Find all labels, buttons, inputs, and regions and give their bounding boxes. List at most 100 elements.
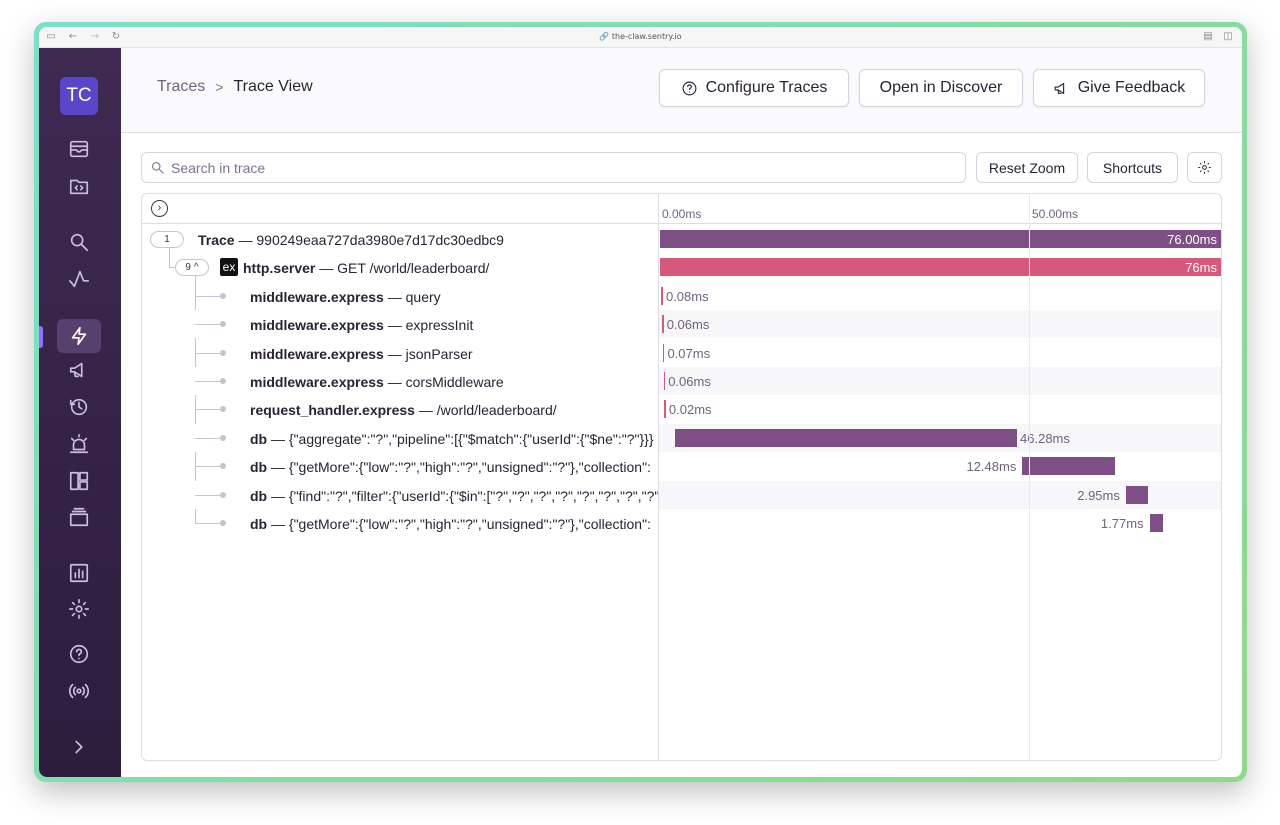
http-server-bar[interactable]: 76ms: [660, 258, 1221, 277]
server-collapse-pill[interactable]: 9 ^: [175, 259, 209, 277]
trace-settings-button[interactable]: [1187, 152, 1222, 183]
tree-connector: [195, 523, 221, 524]
span-bar[interactable]: [1149, 514, 1163, 532]
trace-root-row[interactable]: 1 Trace — 990249eaa727da3980e7d17dc30edbc…: [142, 225, 1221, 253]
page-title: Trace View: [233, 78, 313, 95]
span-desc: /world/leaderboard/: [436, 402, 557, 419]
settings-icon[interactable]: [65, 595, 93, 623]
browser-window: ▭ ← → ↻ 🔗 the-claw.sentry.io ▤ ◫ TC Trac…: [39, 27, 1242, 777]
search-input[interactable]: [141, 152, 966, 183]
span-bar[interactable]: [664, 400, 666, 419]
give-feedback-button[interactable]: Give Feedback: [1033, 69, 1205, 107]
stats-icon[interactable]: [65, 559, 93, 587]
trace-root-op: Trace: [198, 232, 235, 248]
issues-icon[interactable]: [65, 135, 93, 163]
sidebar: TC: [39, 48, 121, 777]
waterfall-header: › 0.00ms 50.00ms: [142, 194, 1221, 224]
span-node-dot: [220, 406, 226, 413]
browser-toolbar: ▭ ← → ↻ 🔗 the-claw.sentry.io ▤ ◫: [39, 27, 1242, 48]
column-divider[interactable]: [658, 194, 659, 760]
span-duration: 0.06ms: [668, 374, 711, 389]
performance-icon[interactable]: [65, 265, 93, 293]
span-node-dot: [220, 520, 226, 526]
trace-id: 990249eaa727da3980e7d17dc30edbc9: [256, 232, 504, 248]
span-bar[interactable]: [662, 343, 665, 362]
span-row[interactable]: db — {"getMore":{"low":"?","high":"?","u…: [142, 452, 1221, 480]
span-bar[interactable]: [1125, 485, 1148, 504]
history-icon[interactable]: [65, 393, 93, 421]
span-label: request_handler.express — /world/leaderb…: [250, 402, 658, 418]
releases-icon[interactable]: [65, 356, 93, 384]
give-feedback-label: Give Feedback: [1077, 79, 1186, 96]
span-bar[interactable]: [663, 372, 666, 390]
window-frame: ▭ ← → ↻ 🔗 the-claw.sentry.io ▤ ◫ TC Trac…: [34, 22, 1247, 782]
span-bar[interactable]: [661, 286, 663, 305]
span-row[interactable]: db — {"find":"?","filter":{"userId":{"$i…: [142, 480, 1221, 509]
org-avatar[interactable]: TC: [60, 77, 98, 115]
timeline-tick-0: 0.00ms: [662, 207, 702, 221]
span-node-dot: [220, 349, 226, 356]
span-duration: 0.08ms: [665, 288, 709, 304]
span-bar[interactable]: [1022, 457, 1115, 476]
root-count-pill[interactable]: 1: [150, 231, 184, 248]
http-server-row[interactable]: 9 ^ ex http.server — GET /world/leaderboard…: [142, 247, 1221, 281]
span-row[interactable]: request_handler.express — /world/leaderb…: [142, 395, 1221, 423]
span-row[interactable]: middleware.express — jsonParser 0.07ms: [142, 339, 1221, 367]
expand-all-icon[interactable]: ›: [151, 200, 168, 217]
span-label: db — {"aggregate":"?","pipeline":[{"$mat…: [250, 431, 658, 447]
breadcrumb-traces-link[interactable]: Traces: [157, 78, 205, 96]
trace-root-bar[interactable]: 76.00ms: [660, 230, 1221, 248]
tree-connector: [195, 352, 221, 354]
span-bar[interactable]: [662, 315, 664, 334]
span-row[interactable]: middleware.express — corsMiddleware 0.06m…: [142, 367, 1221, 395]
span-row[interactable]: middleware.express — expressInit 0.06ms: [142, 310, 1221, 339]
span-node-dot: [220, 463, 226, 470]
help-icon[interactable]: [65, 640, 93, 668]
alerts-icon[interactable]: [65, 430, 93, 458]
chevron-up-icon: ^: [193, 262, 199, 274]
span-desc: {"find":"?","filter":{"userId":{"$in":["…: [288, 487, 658, 504]
span-op: middleware.express: [250, 374, 384, 390]
collapse-chevron-icon[interactable]: [65, 733, 93, 761]
span-label: middleware.express — jsonParser: [250, 346, 658, 362]
search-icon[interactable]: [65, 228, 93, 256]
dashboards-icon[interactable]: [65, 467, 93, 495]
span-op: request_handler.express: [250, 402, 415, 419]
span-label: middleware.express — corsMiddleware: [250, 374, 658, 390]
url-text: the-claw.sentry.io: [611, 32, 682, 41]
span-duration: 12.48ms: [966, 459, 1017, 475]
span-row[interactable]: db — {"aggregate":"?","pipeline":[{"$mat…: [142, 423, 1221, 452]
dash: —: [267, 487, 289, 504]
span-bar[interactable]: [674, 428, 1017, 447]
broadcast-icon[interactable]: [65, 677, 93, 705]
open-in-discover-button[interactable]: Open in Discover: [859, 69, 1023, 107]
split-view-icon[interactable]: ◫: [1222, 31, 1234, 43]
configure-traces-button[interactable]: Configure Traces: [659, 69, 849, 107]
dash: —: [414, 402, 437, 419]
span-node-dot: [220, 434, 226, 441]
span-op: db: [250, 430, 268, 447]
dash: —: [383, 288, 406, 305]
server-child-count: 9: [185, 262, 191, 274]
search-in-trace-field[interactable]: [171, 159, 951, 176]
span-node-dot: [220, 292, 226, 299]
stack-icon[interactable]: [65, 503, 93, 531]
traces-icon[interactable]: [57, 319, 101, 353]
address-bar[interactable]: 🔗 the-claw.sentry.io: [39, 32, 1242, 41]
span-desc: query: [405, 288, 441, 305]
page-header: Traces > Trace View Configure Traces Ope…: [121, 48, 1242, 133]
trace-root-label: Trace — 990249eaa727da3980e7d17dc30edbc9: [198, 232, 504, 248]
dash: —: [267, 516, 289, 532]
span-label: db — {"getMore":{"low":"?","high":"?","u…: [250, 516, 658, 532]
span-row[interactable]: middleware.express — query 0.08ms: [142, 282, 1221, 310]
dash: —: [383, 345, 406, 362]
span-op: db: [250, 487, 268, 504]
span-duration: 2.95ms: [1077, 487, 1120, 503]
reset-zoom-button[interactable]: Reset Zoom: [976, 152, 1078, 183]
shortcuts-button[interactable]: Shortcuts: [1087, 152, 1178, 183]
span-desc: expressInit: [405, 317, 474, 334]
span-row[interactable]: db — {"getMore":{"low":"?","high":"?","u…: [142, 509, 1221, 537]
projects-icon[interactable]: [65, 172, 93, 200]
span-desc: {"aggregate":"?","pipeline":[{"$match":{…: [288, 430, 654, 447]
reader-icon[interactable]: ▤: [1202, 31, 1214, 43]
